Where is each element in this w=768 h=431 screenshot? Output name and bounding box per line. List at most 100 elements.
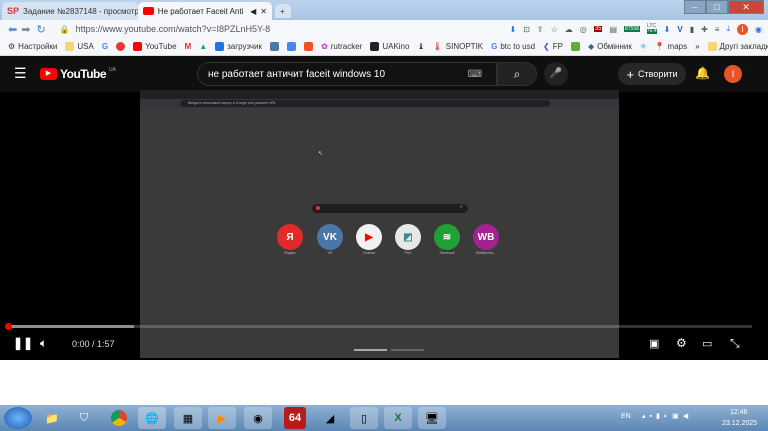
keyboard-icon[interactable]: ⌨ <box>468 69 482 80</box>
bookmark-google[interactable]: G <box>102 42 108 51</box>
puzzle-icon[interactable]: ✚ <box>701 25 708 34</box>
user-avatar[interactable]: I <box>724 65 742 83</box>
tile-vk: VK <box>317 224 343 250</box>
taskbar: 📁 ⛉ 🌐 ▦ ▶ ◉ 64 ◢ ▯ X 🖥 EN ▴▪▮◐▣◀ 12:46 2… <box>0 405 768 431</box>
clock-date[interactable]: 23.12.2025 <box>722 420 757 427</box>
cloud-icon[interactable]: ☁ <box>565 25 573 34</box>
bookmark-youtube[interactable]: YouTube <box>133 42 177 51</box>
bookmark-btc[interactable]: Gbtc to usd <box>491 42 535 51</box>
clipboard-icon[interactable]: ▤ <box>609 25 617 34</box>
forward-icon[interactable]: ➡ <box>21 23 30 36</box>
bookmark-loader[interactable]: загрузчик <box>215 42 262 51</box>
bookmark-exchange[interactable]: ◆ Обмінник <box>588 42 632 51</box>
bookmark-gmail[interactable]: M <box>185 42 192 51</box>
ext-icon[interactable]: ▮ <box>690 25 694 34</box>
bookmark-translate[interactable] <box>287 42 297 51</box>
notifications-icon[interactable]: 🔔 <box>695 66 710 80</box>
notepad-icon[interactable]: ▯ <box>350 407 378 429</box>
price-badge[interactable]: 87558 <box>624 26 640 32</box>
bookmark-settings[interactable]: ⚙ Настройки <box>8 42 57 51</box>
bookmark-usa[interactable]: USA <box>65 42 94 51</box>
v-icon[interactable]: V <box>677 25 682 34</box>
close-window-button[interactable]: ✕ <box>728 0 764 14</box>
language-indicator[interactable]: EN <box>621 413 631 420</box>
minimize-button[interactable]: – <box>684 0 706 14</box>
downloads-icon[interactable]: ⤓ <box>726 24 730 34</box>
speaker-icon[interactable]: ◀ <box>250 7 256 16</box>
bookmark-fp[interactable]: ❮ FP <box>543 42 563 51</box>
volume-icon[interactable]: 🔈︎ <box>40 336 47 351</box>
bookmark-uakino[interactable]: UAKino <box>370 42 409 51</box>
maximize-button[interactable]: □ <box>706 0 728 14</box>
tile-psx: ◩ <box>395 224 421 250</box>
scrubber-handle[interactable] <box>5 323 12 330</box>
menu-icon[interactable]: ☰ <box>14 65 27 82</box>
tab-title: Задание №2837148 - просмотр з <box>23 6 138 16</box>
back-icon[interactable]: ⬅ <box>8 23 17 36</box>
share-icon[interactable]: ⇪ <box>537 25 544 34</box>
download-ext-icon[interactable]: ⬇ <box>664 25 671 34</box>
explorer-icon[interactable]: 📁 <box>38 407 66 429</box>
profile-avatar[interactable]: I <box>737 23 749 35</box>
browser-tab-bar: SP Задание №2837148 - просмотр з ✕ Не ра… <box>0 0 768 20</box>
fullscreen-icon[interactable]: ⤡ <box>730 336 740 351</box>
other-bookmarks[interactable]: Другі закладки <box>707 42 768 51</box>
more-bookmarks-button[interactable]: » <box>695 42 699 51</box>
bookmark-f[interactable] <box>304 42 314 51</box>
search-button[interactable]: ⌕ <box>497 62 537 86</box>
url-input[interactable]: https://www.youtube.com/watch?v=I8PZLnH5… <box>76 24 271 34</box>
lock-icon: 🔒 <box>59 24 70 34</box>
bookmarks-bar: ⚙ Настройки USA G YouTube M ▲ загрузчик ✿… <box>0 38 768 56</box>
new-tab-button[interactable]: + <box>275 4 291 18</box>
app-icon[interactable]: ▦ <box>174 407 202 429</box>
pause-button[interactable]: ❚❚ <box>13 336 33 350</box>
install-icon[interactable]: ⊡ <box>523 25 530 34</box>
menu-icon[interactable]: ◉ <box>755 25 762 34</box>
search-input[interactable]: не работает античит faceit windows 10 <box>208 69 385 80</box>
bookmark-label: UAKino <box>382 42 410 51</box>
chrome-icon[interactable] <box>105 407 133 429</box>
ltc-price[interactable]: 76.4 <box>646 29 657 34</box>
extension-badge[interactable]: 35 <box>593 26 603 32</box>
bookmark-sinoptik[interactable]: 🌡 SINOPTIK <box>433 42 484 51</box>
bookmark-chess[interactable]: ♝ <box>417 42 424 51</box>
close-icon[interactable]: ✕ <box>260 7 267 16</box>
theater-mode-icon[interactable]: ▭ <box>702 337 712 350</box>
aida64-icon[interactable]: 64 <box>284 407 306 429</box>
reload-icon[interactable]: ↻ <box>36 23 45 36</box>
tab-task[interactable]: SP Задание №2837148 - просмотр з ✕ <box>2 2 138 20</box>
bookmark-vk[interactable] <box>270 42 280 51</box>
search-box[interactable]: не работает античит faceit windows 10 ⌨ <box>197 62 497 86</box>
clock-time[interactable]: 12:46 <box>730 409 748 416</box>
tray-icons[interactable]: ▴▪▮◐▣◀ <box>642 412 692 420</box>
reading-list-icon[interactable]: ≡ <box>715 25 720 34</box>
search-engine-icon <box>316 206 320 210</box>
bookmark-drive[interactable]: ▲ <box>199 42 207 51</box>
app-red-icon[interactable]: ◢ <box>316 407 344 429</box>
bookmark-star[interactable]: ✳ <box>640 42 647 51</box>
subtitles-icon[interactable]: ▣ <box>649 337 659 350</box>
voice-search-button[interactable]: 🎤 <box>544 62 568 86</box>
tab-youtube[interactable]: Не работает Faceit Anti cheat ◀ ✕ <box>138 2 272 20</box>
start-button[interactable] <box>4 407 32 429</box>
bookmark-maps[interactable]: 📍 maps <box>655 42 688 51</box>
media-player-icon[interactable]: ▶ <box>208 407 236 429</box>
globe-app-icon[interactable]: 🌐 <box>138 407 166 429</box>
monitor-app-icon[interactable]: 🖥 <box>418 407 446 429</box>
bookmark-rutracker[interactable]: ✿ rutracker <box>321 42 362 51</box>
settings-icon[interactable]: ⚙ <box>676 336 687 350</box>
progress-bar[interactable] <box>5 323 752 330</box>
shield-app-icon[interactable]: ⛉ <box>70 407 98 429</box>
excel-icon[interactable]: X <box>384 407 412 429</box>
download-icon[interactable]: ⬇ <box>509 25 516 34</box>
create-button[interactable]: + Створити <box>618 63 686 85</box>
yandex-icon <box>116 42 126 51</box>
bookmark-game[interactable] <box>570 42 580 51</box>
star-icon[interactable]: ☆ <box>551 25 558 34</box>
youtube-logo[interactable]: ▶ YouTube UA <box>40 67 116 81</box>
tile-icon: ≋ <box>442 231 452 243</box>
bookmark-yandex[interactable] <box>116 42 126 51</box>
security-app-icon[interactable]: ◉ <box>244 407 272 429</box>
globe-icon[interactable]: ◎ <box>580 25 587 34</box>
tile-label: Youtube <box>362 251 376 255</box>
